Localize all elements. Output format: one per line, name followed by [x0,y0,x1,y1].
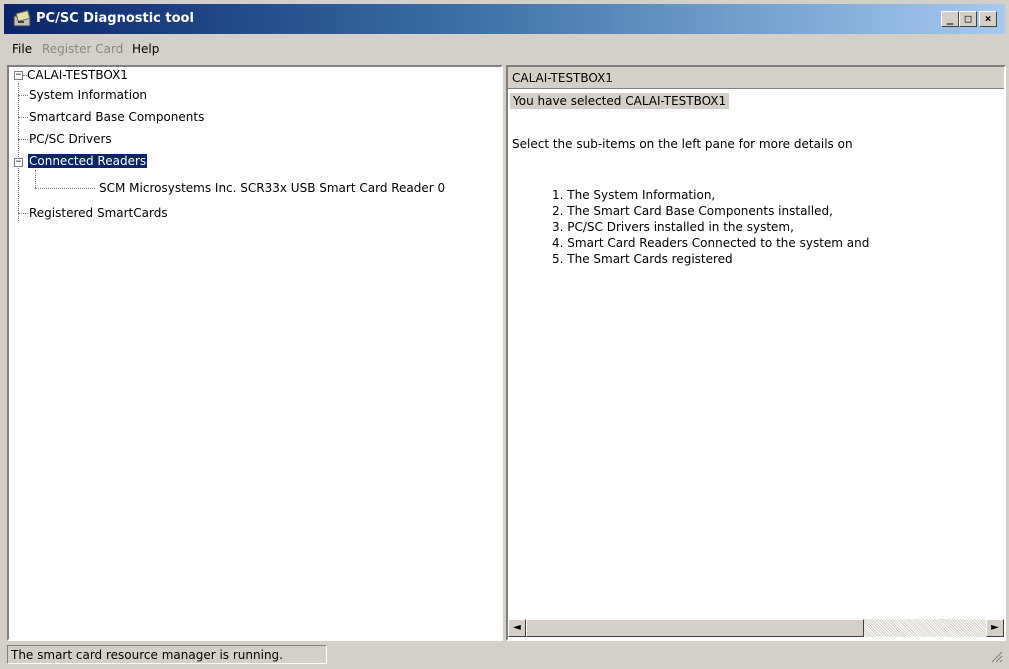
tree-connector [18,83,19,221]
scrollbar-thumb[interactable] [526,619,864,637]
window-title: PC/SC Diagnostic tool [36,11,194,26]
tree-node-connected-readers[interactable]: Connected Readers [26,153,149,169]
tree-connector [35,188,95,189]
tree-connector [35,170,36,188]
status-bar: The smart card resource manager is runni… [7,645,1005,665]
menu-help[interactable]: Help [132,42,159,56]
details-intro: Select the sub-items on the left pane fo… [512,137,853,151]
list-item: 2. The Smart Card Base Components instal… [552,204,833,218]
resize-grip-icon[interactable] [989,649,1003,663]
horizontal-scrollbar[interactable]: ◄ ► [508,619,1004,637]
tree-node-system-information[interactable]: System Information [29,87,147,103]
list-item: 5. The Smart Cards registered [552,252,733,266]
close-button[interactable]: × [979,11,997,27]
menu-register-card[interactable]: Register Card [42,42,123,56]
tree-node-pcsc-drivers[interactable]: PC/SC Drivers [29,131,112,147]
details-list: 1. The System Information, 2. The Smart … [552,187,869,267]
menu-file[interactable]: File [12,42,32,56]
tree-connector [18,213,28,214]
selected-node-text: You have selected CALAI-TESTBOX1 [510,93,730,109]
list-item: 3. PC/SC Drivers installed in the system… [552,220,794,234]
list-item: 1. The System Information, [552,188,716,202]
tree-node-reader-0[interactable]: SCM Microsystems Inc. SCR33x USB Smart C… [99,180,445,196]
tree-connector [18,139,28,140]
tree-connector [18,95,28,96]
menu-bar: File Register Card Help [4,38,1005,60]
tree-node-label-selected: Connected Readers [26,153,149,169]
collapse-root-icon[interactable]: − [14,71,23,80]
collapse-connected-readers-icon[interactable]: − [14,158,23,167]
tree-node-registered-smartcards[interactable]: Registered SmartCards [29,205,168,221]
maximize-button[interactable]: □ [959,11,977,27]
details-header: CALAI-TESTBOX1 [508,67,1004,89]
app-window: PC/SC Diagnostic tool _ □ × File Registe… [0,0,1009,669]
list-item: 4. Smart Card Readers Connected to the s… [552,236,870,250]
title-bar[interactable]: PC/SC Diagnostic tool _ □ × [4,4,1005,34]
scrollbar-track[interactable] [864,619,986,637]
scroll-left-icon[interactable]: ◄ [508,619,526,637]
tree-node-smartcard-base-components[interactable]: Smartcard Base Components [29,109,204,125]
scroll-right-icon[interactable]: ► [986,619,1004,637]
smartcard-reader-icon [13,10,31,27]
tree-node-root[interactable]: CALAI-TESTBOX1 [27,67,128,83]
tree-connector [18,117,28,118]
status-text: The smart card resource manager is runni… [7,645,327,664]
details-pane: CALAI-TESTBOX1 You have selected CALAI-T… [506,65,1006,641]
tree-pane[interactable]: − CALAI-TESTBOX1 System Information Smar… [7,65,503,641]
minimize-button[interactable]: _ [941,11,959,27]
